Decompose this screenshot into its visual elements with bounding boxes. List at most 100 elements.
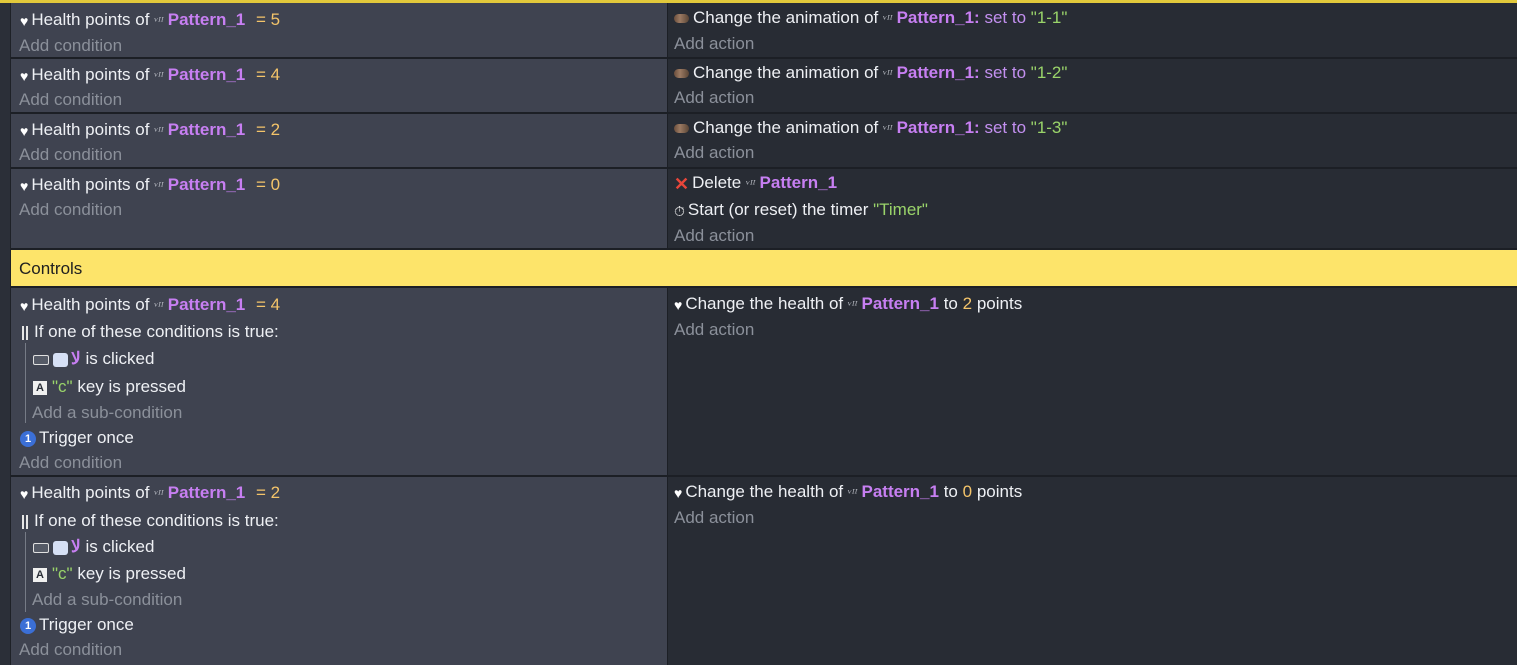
button-object-icon: [53, 352, 68, 367]
subcondition-key-pressed[interactable]: A "c" key is pressed: [33, 563, 186, 585]
conditions-panel[interactable]: ♥ Health points of ᵛᴵᴵ Pattern_1 = 2 If on…: [11, 477, 668, 665]
condition-health-points[interactable]: ♥ Health points of ᵛᴵᴵ Pattern_1 = 4: [20, 294, 280, 316]
object-sprite-icon: ᵛᴵᴵ: [847, 299, 858, 312]
action-change-health[interactable]: ♥ Change the health of ᵛᴵᴵ Pattern_1 to 0 …: [674, 481, 1022, 503]
animation-icon: [674, 14, 689, 24]
health-value: 2: [270, 483, 281, 502]
health-value: 0: [270, 175, 281, 194]
object-sprite-icon: ᵛᴵᴵ: [882, 68, 893, 81]
add-action-link[interactable]: Add action: [674, 225, 754, 247]
action-change-animation[interactable]: Change the animation of ᵛᴵᴵ Pattern_1: se…: [674, 62, 1067, 84]
animation-icon: [674, 69, 689, 79]
event-row[interactable]: ♥ Health points of ᵛᴵᴵ Pattern_1 = 4 Add c…: [11, 59, 1517, 114]
conditions-panel[interactable]: ♥ Health points of ᵛᴵᴵ Pattern_1 = 4 Add c…: [11, 59, 668, 112]
set-to-keyword: set to: [984, 8, 1027, 27]
event-row[interactable]: ♥ Health points of ᵛᴵᴵ Pattern_1 = 4 If on…: [11, 288, 1517, 477]
add-condition-link[interactable]: Add condition: [19, 639, 122, 661]
event-row[interactable]: ♥ Health points of ᵛᴵᴵ Pattern_1 = 2 If on…: [11, 477, 1517, 665]
subcondition-clicked[interactable]: لا is clicked: [33, 536, 154, 558]
or-bars-icon: [22, 514, 28, 529]
conditions-panel[interactable]: ♥ Health points of ᵛᴵᴵ Pattern_1 = 4 If on…: [11, 288, 668, 475]
object-name: Pattern_1: [896, 118, 975, 137]
heart-icon: ♥: [20, 12, 29, 29]
set-to-keyword: set to: [984, 63, 1027, 82]
operator: =: [255, 295, 266, 314]
subcondition-key-pressed[interactable]: A "c" key is pressed: [33, 376, 186, 398]
heart-icon: ♥: [20, 122, 29, 139]
condition-trigger-once[interactable]: 1 Trigger once: [20, 614, 134, 636]
operator: =: [255, 65, 266, 84]
condition-or-block[interactable]: If one of these conditions is true:: [22, 321, 279, 343]
condition-health-points[interactable]: ♥ Health points of ᵛᴵᴵ Pattern_1 = 0: [20, 174, 280, 196]
action-change-animation[interactable]: Change the animation of ᵛᴵᴵ Pattern_1: se…: [674, 7, 1067, 29]
object-sprite-icon: ᵛᴵᴵ: [745, 178, 756, 191]
condition-health-points[interactable]: ♥ Health points of ᵛᴵᴵ Pattern_1 = 4: [20, 64, 280, 86]
heart-icon: ♥: [20, 177, 29, 194]
add-action-link[interactable]: Add action: [674, 319, 754, 341]
action-start-timer[interactable]: ⏱ Start (or reset) the timer "Timer": [674, 199, 928, 221]
event-row[interactable]: ♥ Health points of ᵛᴵᴵ Pattern_1 = 2 Add c…: [11, 114, 1517, 169]
operator: =: [255, 175, 266, 194]
object-name: Pattern_1: [759, 173, 838, 192]
key-name: "c": [52, 377, 73, 396]
timer-name: "Timer": [873, 200, 928, 219]
condition-health-points[interactable]: ♥ Health points of ᵛᴵᴵ Pattern_1 = 2: [20, 119, 280, 141]
actions-panel[interactable]: ♥ Change the health of ᵛᴵᴵ Pattern_1 to 0 …: [668, 477, 1517, 665]
actions-panel[interactable]: ✕ Delete ᵛᴵᴵ Pattern_1 ⏱ Start (or reset) t…: [668, 169, 1517, 248]
condition-or-block[interactable]: If one of these conditions is true:: [22, 510, 279, 532]
add-action-link[interactable]: Add action: [674, 87, 754, 109]
actions-panel[interactable]: Change the animation of ᵛᴵᴵ Pattern_1: se…: [668, 3, 1517, 57]
object-sprite-icon: ᵛᴵᴵ: [154, 488, 164, 501]
delete-x-icon: ✕: [674, 173, 690, 194]
add-action-link[interactable]: Add action: [674, 33, 754, 55]
add-action-link[interactable]: Add action: [674, 507, 754, 529]
add-condition-link[interactable]: Add condition: [19, 144, 122, 166]
condition-trigger-once[interactable]: 1 Trigger once: [20, 427, 134, 449]
object-sprite-icon: ᵛᴵᴵ: [154, 125, 164, 138]
actions-panel[interactable]: Change the animation of ᵛᴵᴵ Pattern_1: se…: [668, 114, 1517, 167]
subcondition-guide: [25, 343, 26, 423]
actions-panel[interactable]: Change the animation of ᵛᴵᴵ Pattern_1: se…: [668, 59, 1517, 112]
add-subcondition-link[interactable]: Add a sub-condition: [32, 589, 182, 611]
event-row[interactable]: ♥ Health points of ᵛᴵᴵ Pattern_1 = 5 Add c…: [11, 3, 1517, 59]
add-condition-link[interactable]: Add condition: [19, 199, 122, 221]
condition-health-points[interactable]: ♥ Health points of ᵛᴵᴵ Pattern_1 = 2: [20, 482, 280, 504]
heart-icon: ♥: [674, 296, 683, 313]
conditions-panel[interactable]: ♥ Health points of ᵛᴵᴵ Pattern_1 = 5 Add c…: [11, 3, 668, 57]
button-object-icon: [53, 540, 68, 555]
health-value: 2: [962, 294, 973, 313]
event-sheet-left-gutter: [0, 3, 11, 665]
add-condition-link[interactable]: Add condition: [19, 35, 122, 57]
action-delete-object[interactable]: ✕ Delete ᵛᴵᴵ Pattern_1: [674, 172, 837, 194]
keyboard-key-icon: A: [33, 567, 47, 582]
group-title[interactable]: Controls: [11, 259, 82, 278]
add-subcondition-link[interactable]: Add a sub-condition: [32, 402, 182, 424]
condition-health-points[interactable]: ♥ Health points of ᵛᴵᴵ Pattern_1 = 5: [20, 9, 280, 31]
add-condition-link[interactable]: Add condition: [19, 452, 122, 474]
object-name: Pattern_1: [167, 10, 246, 29]
action-change-health[interactable]: ♥ Change the health of ᵛᴵᴵ Pattern_1 to 2 …: [674, 293, 1022, 315]
conditions-panel[interactable]: ♥ Health points of ᵛᴵᴵ Pattern_1 = 2 Add c…: [11, 114, 668, 167]
heart-icon: ♥: [20, 297, 29, 314]
conditions-panel[interactable]: ♥ Health points of ᵛᴵᴵ Pattern_1 = 0 Add c…: [11, 169, 668, 248]
actions-panel[interactable]: ♥ Change the health of ᵛᴵᴵ Pattern_1 to 2 …: [668, 288, 1517, 475]
event-row[interactable]: ♥ Health points of ᵛᴵᴵ Pattern_1 = 0 Add c…: [11, 169, 1517, 250]
subcondition-guide: [25, 532, 26, 612]
health-value: 2: [270, 120, 281, 139]
animation-name: "1-3": [1030, 118, 1068, 137]
add-condition-link[interactable]: Add condition: [19, 89, 122, 111]
group-controls[interactable]: Controls: [11, 250, 1517, 288]
add-action-link[interactable]: Add action: [674, 142, 754, 164]
object-name: Pattern_1: [167, 65, 246, 84]
object-name: Pattern_1: [167, 295, 246, 314]
object-sprite-icon: ᵛᴵᴵ: [882, 123, 893, 136]
object-name: Pattern_1: [861, 294, 939, 313]
animation-name: "1-1": [1030, 8, 1068, 27]
action-change-animation[interactable]: Change the animation of ᵛᴵᴵ Pattern_1: se…: [674, 117, 1067, 139]
subcondition-clicked[interactable]: لا is clicked: [33, 348, 154, 370]
health-value: 4: [270, 65, 281, 84]
object-name: Pattern_1: [861, 482, 939, 501]
object-sprite-icon: ᵛᴵᴵ: [847, 487, 858, 500]
object-name: Pattern_1: [167, 483, 246, 502]
mouse-icon: [33, 542, 49, 553]
